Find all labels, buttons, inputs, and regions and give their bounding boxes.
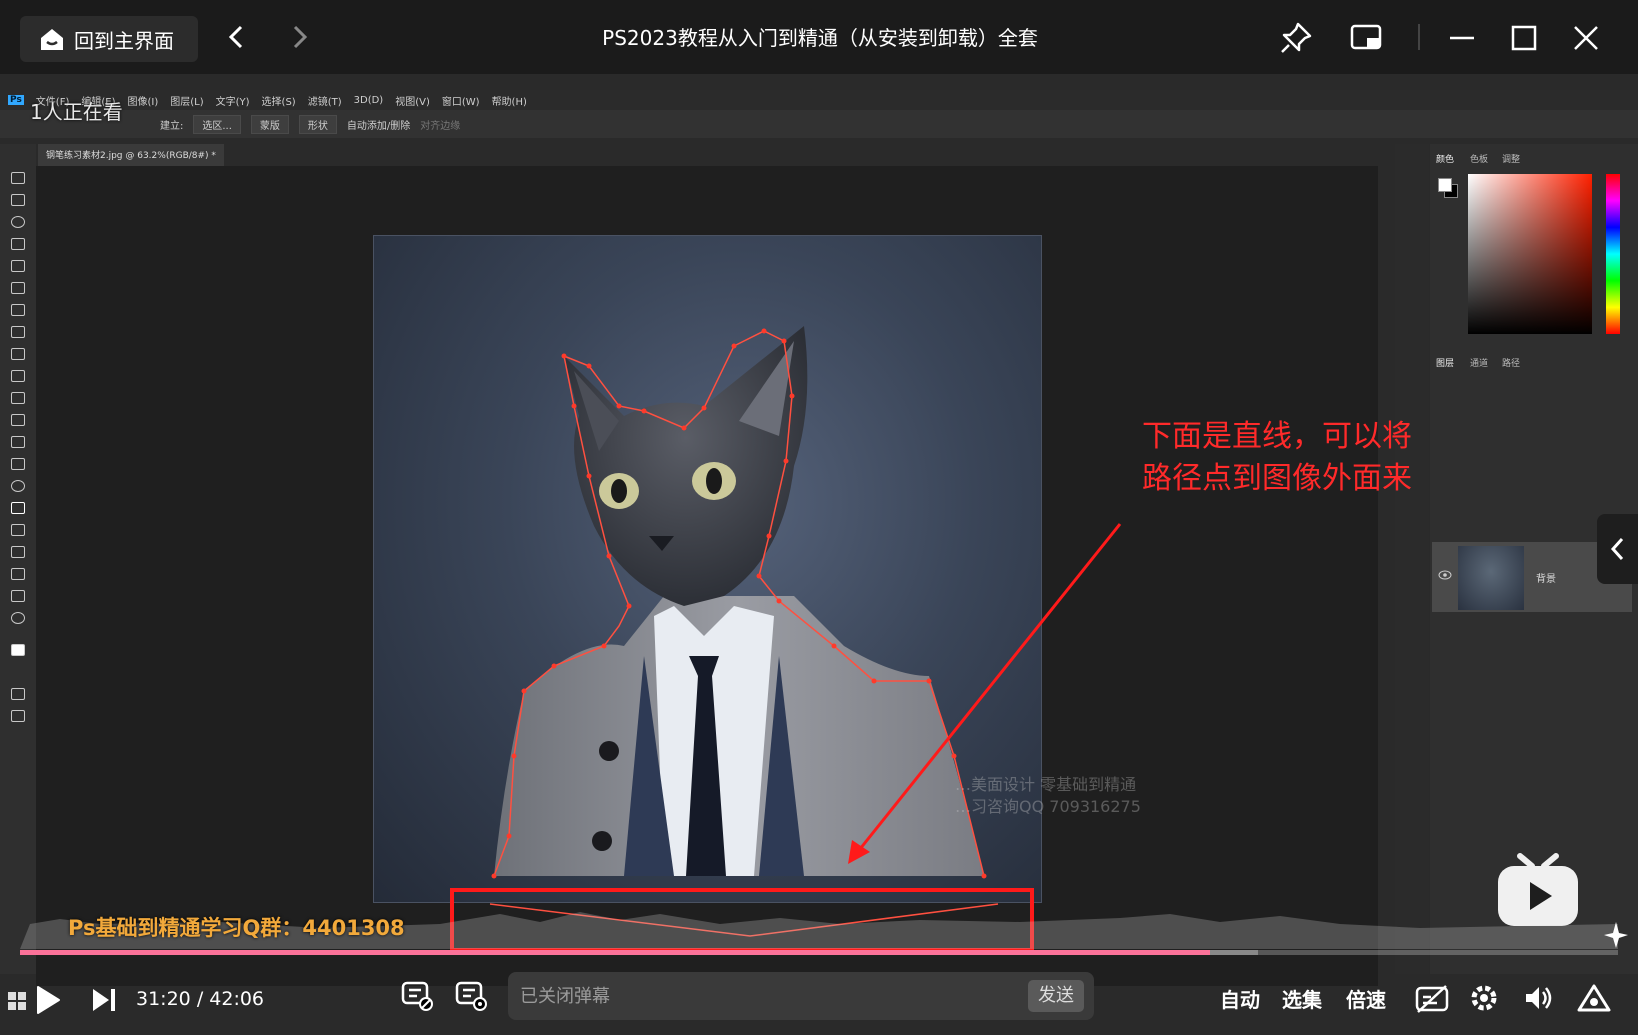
- danmaku-input[interactable]: [520, 972, 1000, 1020]
- pin-icon[interactable]: [1278, 20, 1314, 56]
- annotation-overlay: [450, 523, 1122, 952]
- subtitle-off-icon[interactable]: [1414, 984, 1450, 1014]
- back-to-home-button[interactable]: 回到主界面: [20, 16, 198, 62]
- maximize-icon[interactable]: [1506, 20, 1542, 56]
- mini-window-icon[interactable]: [1348, 20, 1384, 56]
- window-titlebar: 回到主界面 PS2023教程从入门到精通（从安装到卸载）全套: [0, 0, 1638, 74]
- quality-auto-button[interactable]: 自动: [1220, 984, 1260, 1013]
- current-time: 31:20: [136, 988, 191, 1010]
- annotation-arrow: [854, 523, 1122, 855]
- annotation-text: 下面是直线，可以将路径点到图像外面来: [1142, 419, 1412, 496]
- side-panel-toggle[interactable]: [1597, 514, 1638, 584]
- send-danmaku-button[interactable]: 发送: [1028, 980, 1084, 1012]
- home-icon: [41, 29, 63, 50]
- time-separator: /: [196, 988, 204, 1010]
- settings-gear-icon[interactable]: [1468, 982, 1500, 1014]
- windows-icon: [8, 992, 26, 1010]
- progress-bar[interactable]: [20, 950, 1618, 955]
- playback-speed-button[interactable]: 倍速: [1346, 984, 1386, 1013]
- titlebar-divider: [1418, 24, 1420, 50]
- chevron-right-icon[interactable]: [284, 22, 314, 52]
- chevron-left-icon: [1610, 537, 1623, 561]
- episodes-button[interactable]: 选集: [1282, 984, 1322, 1013]
- video-player[interactable]: Ps 文件(F) 编辑(E) 图像(I) 图层(L) 文字(Y) 选择(S) 滤…: [0, 74, 1638, 1035]
- home-button-label: 回到主界面: [74, 28, 174, 53]
- qq-group-caption: Ps基础到精通学习Q群：4401308: [68, 916, 405, 940]
- total-duration: 42:06: [209, 988, 265, 1010]
- player-controls: 31:20 / 42:06 发送 自动 选集 倍速: [0, 964, 1638, 1035]
- time-display: 31:20 / 42:06: [136, 988, 264, 1010]
- volume-icon[interactable]: [1522, 982, 1554, 1014]
- progress-played: [20, 950, 1210, 955]
- fullscreen-icon[interactable]: [1576, 980, 1612, 1016]
- close-icon[interactable]: [1568, 20, 1604, 56]
- danmaku-settings-icon[interactable]: [454, 978, 488, 1012]
- annotation-arrowhead: [848, 840, 870, 864]
- danmaku-toggle-icon[interactable]: [400, 978, 434, 1012]
- window-title: PS2023教程从入门到精通（从安装到卸载）全套: [602, 26, 1038, 50]
- minimize-icon[interactable]: [1444, 20, 1480, 56]
- danmaku-input-box: 发送: [508, 972, 1094, 1020]
- sparkle-icon: [1604, 922, 1628, 948]
- play-icon[interactable]: [34, 984, 62, 1016]
- next-icon[interactable]: [90, 986, 118, 1014]
- chevron-left-icon[interactable]: [222, 22, 252, 52]
